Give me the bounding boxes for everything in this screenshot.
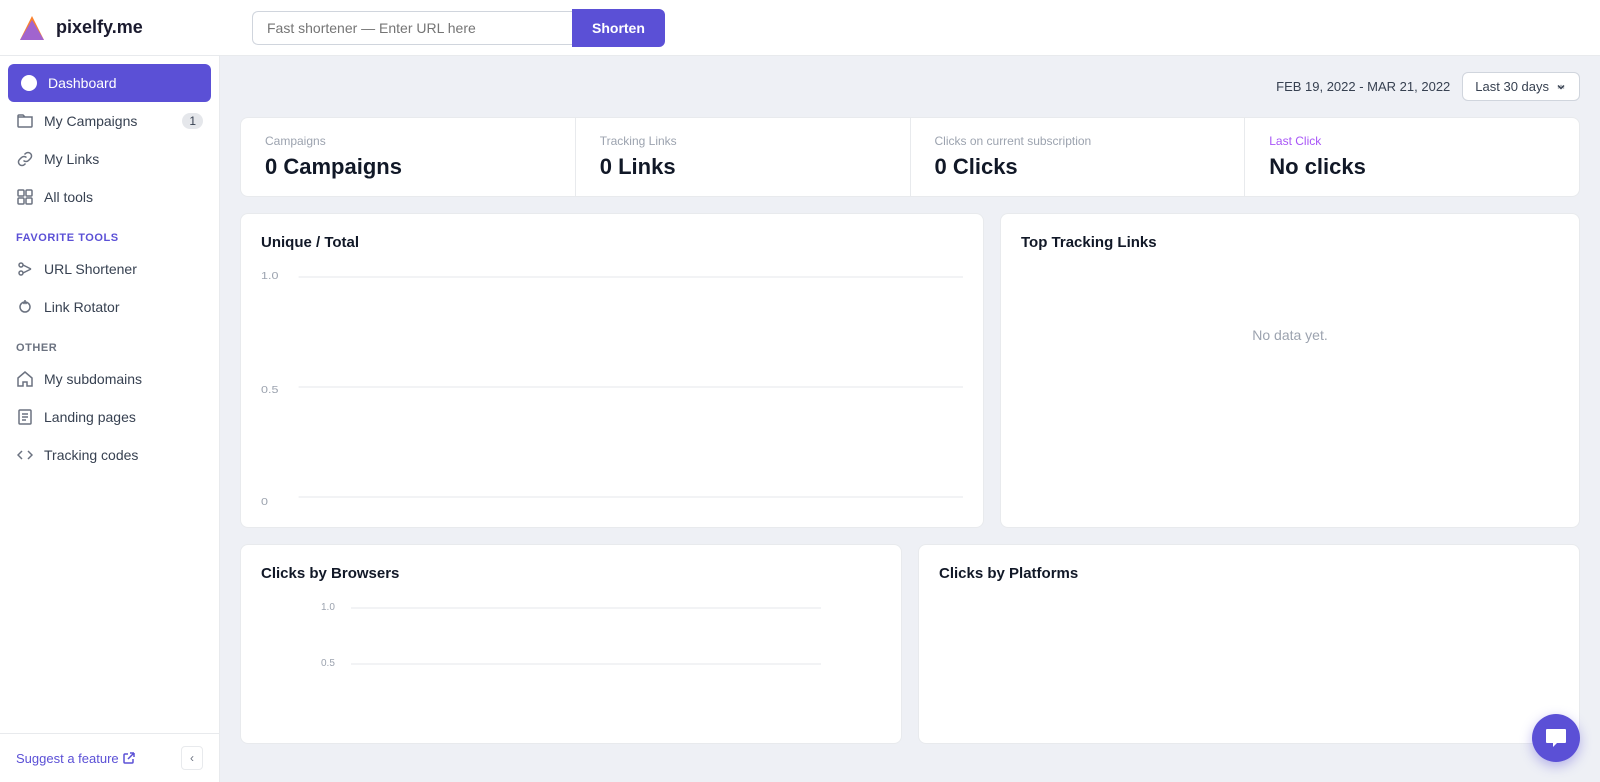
svg-text:0.5: 0.5 (321, 658, 335, 669)
home-icon (16, 370, 34, 388)
sidebar-label-my-campaigns: My Campaigns (44, 113, 172, 129)
clicks-by-platforms-card: Clicks by Platforms (918, 544, 1580, 744)
sidebar-item-my-links[interactable]: My Links (0, 140, 219, 178)
sidebar-item-my-subdomains[interactable]: My subdomains (0, 360, 219, 398)
sidebar-label-my-subdomains: My subdomains (44, 371, 203, 387)
topbar: pixelfy.me Shorten (0, 0, 1600, 56)
my-campaigns-badge: 1 (182, 113, 203, 129)
shorten-button[interactable]: Shorten (572, 9, 665, 47)
sidebar-footer: Suggest a feature ‹ (0, 733, 219, 782)
svg-text:0: 0 (261, 497, 268, 507)
logo: pixelfy.me (16, 12, 236, 44)
unique-total-chart-area: 1.0 0.5 0 12AM 3AM 6AM 9AM 12PM 3PM (261, 267, 963, 507)
chat-icon (1545, 727, 1567, 749)
bottom-charts-row: Clicks by Browsers 1.0 0.5 Clicks by Pla… (240, 544, 1580, 744)
date-range-select[interactable]: Last 30 days (1462, 72, 1580, 101)
unique-total-chart-title: Unique / Total (261, 234, 963, 251)
sidebar-label-landing-pages: Landing pages (44, 409, 203, 425)
main-layout: Dashboard My Campaigns 1 My Links (0, 56, 1600, 782)
logo-text: pixelfy.me (56, 17, 143, 38)
svg-text:1.0: 1.0 (261, 271, 278, 282)
sidebar-label-dashboard: Dashboard (48, 75, 199, 91)
stat-value-links: 0 Links (600, 154, 886, 180)
dashboard-icon (20, 74, 38, 92)
sidebar-item-my-campaigns[interactable]: My Campaigns 1 (0, 102, 219, 140)
top-tracking-links-card: Top Tracking Links No data yet. (1000, 213, 1580, 528)
favorite-tools-section: FAVORITE TOOLS (0, 216, 219, 250)
stat-value-last-click: No clicks (1269, 154, 1555, 180)
unique-total-chart-card: Unique / Total 1.0 0.5 0 12AM 3AM (240, 213, 984, 528)
stat-clicks: Clicks on current subscription 0 Clicks (911, 118, 1246, 196)
clicks-by-platforms-title: Clicks by Platforms (939, 565, 1559, 582)
chat-bubble[interactable] (1532, 714, 1580, 762)
sidebar-label-link-rotator: Link Rotator (44, 299, 203, 315)
stat-links: Tracking Links 0 Links (576, 118, 911, 196)
sidebar-item-landing-pages[interactable]: Landing pages (0, 398, 219, 436)
other-section: OTHER (0, 326, 219, 360)
sidebar: Dashboard My Campaigns 1 My Links (0, 56, 220, 782)
scissors-icon (16, 260, 34, 278)
sidebar-label-tracking-codes: Tracking codes (44, 447, 203, 463)
sidebar-label-url-shortener: URL Shortener (44, 261, 203, 277)
unique-total-svg: 1.0 0.5 0 12AM 3AM 6AM 9AM 12PM 3PM (261, 267, 963, 507)
link-icon (16, 150, 34, 168)
sidebar-nav: Dashboard My Campaigns 1 My Links (0, 56, 219, 733)
logo-icon (16, 12, 48, 44)
stat-label-clicks: Clicks on current subscription (935, 134, 1221, 148)
content-area: FEB 19, 2022 - MAR 21, 2022 Last 30 days… (220, 56, 1600, 782)
collapse-button[interactable]: ‹ (181, 746, 203, 770)
clicks-by-browsers-card: Clicks by Browsers 1.0 0.5 (240, 544, 902, 744)
stat-label-campaigns: Campaigns (265, 134, 551, 148)
sidebar-item-url-shortener[interactable]: URL Shortener (0, 250, 219, 288)
sidebar-item-link-rotator[interactable]: Link Rotator (0, 288, 219, 326)
sidebar-item-all-tools[interactable]: All tools (0, 178, 219, 216)
stat-label-links: Tracking Links (600, 134, 886, 148)
suggest-feature-link[interactable]: Suggest a feature (16, 751, 135, 766)
rotate-icon (16, 298, 34, 316)
stat-value-campaigns: 0 Campaigns (265, 154, 551, 180)
stat-label-last-click: Last Click (1269, 134, 1555, 148)
stats-row: Campaigns 0 Campaigns Tracking Links 0 L… (240, 117, 1580, 197)
chevron-icon (1555, 81, 1567, 93)
date-range-text: FEB 19, 2022 - MAR 21, 2022 (1276, 79, 1450, 94)
url-input[interactable] (252, 11, 572, 45)
content-header: FEB 19, 2022 - MAR 21, 2022 Last 30 days (240, 72, 1580, 101)
url-input-area: Shorten (252, 9, 752, 47)
top-tracking-links-no-data: No data yet. (1021, 267, 1559, 403)
code-icon (16, 446, 34, 464)
pages-icon (16, 408, 34, 426)
svg-text:0.5: 0.5 (261, 385, 278, 396)
clicks-by-browsers-svg: 1.0 0.5 (261, 598, 881, 718)
stat-value-clicks: 0 Clicks (935, 154, 1221, 180)
folder-icon (16, 112, 34, 130)
clicks-by-browsers-title: Clicks by Browsers (261, 565, 881, 582)
sidebar-label-all-tools: All tools (44, 189, 203, 205)
sidebar-item-dashboard[interactable]: Dashboard (8, 64, 211, 102)
svg-text:1.0: 1.0 (321, 602, 335, 613)
charts-row: Unique / Total 1.0 0.5 0 12AM 3AM (240, 213, 1580, 528)
sidebar-label-my-links: My Links (44, 151, 203, 167)
sidebar-item-tracking-codes[interactable]: Tracking codes (0, 436, 219, 474)
stat-campaigns: Campaigns 0 Campaigns (241, 118, 576, 196)
stat-last-click: Last Click No clicks (1245, 118, 1579, 196)
external-link-icon (123, 752, 135, 764)
grid-icon (16, 188, 34, 206)
top-tracking-links-title: Top Tracking Links (1021, 234, 1559, 251)
